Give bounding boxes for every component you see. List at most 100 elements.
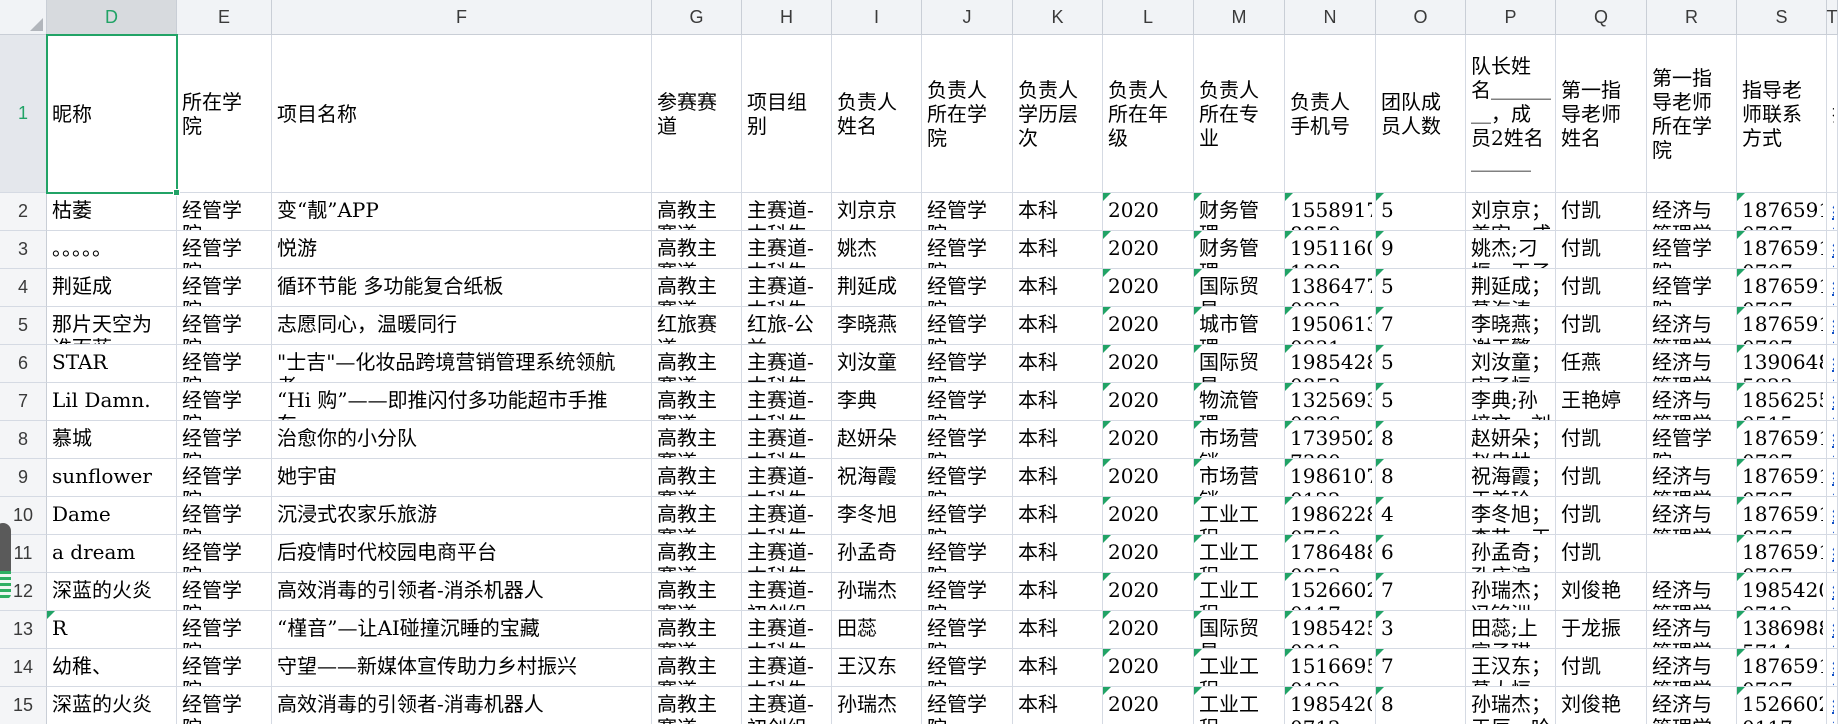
cell-L1[interactable]: 负责人所在年级 bbox=[1103, 35, 1194, 193]
cell-P1[interactable]: 队长姓名＿＿＿＿，成员2姓名＿＿＿ bbox=[1466, 35, 1556, 193]
cell-O2[interactable]: 5 bbox=[1376, 193, 1466, 231]
cell-D13[interactable]: R bbox=[47, 611, 177, 649]
cell-D3[interactable]: 。。。。。 bbox=[47, 231, 177, 269]
cell-K14[interactable]: 本科 bbox=[1013, 649, 1103, 687]
cell-M1[interactable]: 负责人所在专业 bbox=[1194, 35, 1285, 193]
cell-K5[interactable]: 本科 bbox=[1013, 307, 1103, 345]
cell-E12[interactable]: 经管学院 bbox=[177, 573, 272, 611]
cell-P14[interactable]: 王汉东；葛大恒 bbox=[1466, 649, 1556, 687]
cell-I4[interactable]: 荆延成 bbox=[832, 269, 922, 307]
cell-I7[interactable]: 李典 bbox=[832, 383, 922, 421]
cell-I14[interactable]: 王汉东 bbox=[832, 649, 922, 687]
cell-E1[interactable]: 所在学院 bbox=[177, 35, 272, 193]
column-header-L[interactable]: L bbox=[1103, 0, 1194, 35]
cell-P11[interactable]: 孙孟奇；孔庆滨 bbox=[1466, 535, 1556, 573]
cell-D9[interactable]: sunflower bbox=[47, 459, 177, 497]
cell-H14[interactable]: 主赛道-本科生 bbox=[742, 649, 832, 687]
column-header-O[interactable]: O bbox=[1376, 0, 1466, 35]
cell-J10[interactable]: 经管学院 bbox=[922, 497, 1013, 535]
cell-F4[interactable]: 循环节能 多功能复合纸板 bbox=[272, 269, 652, 307]
column-header-H[interactable]: H bbox=[742, 0, 832, 35]
cell-G9[interactable]: 高教主赛道 bbox=[652, 459, 742, 497]
cell-L12[interactable]: 2020 bbox=[1103, 573, 1194, 611]
cell-S9[interactable]: 18765910707 bbox=[1737, 459, 1827, 497]
cell-L9[interactable]: 2020 bbox=[1103, 459, 1194, 497]
cell-T13[interactable]: 经济管理 bbox=[1827, 611, 1838, 649]
cell-K9[interactable]: 本科 bbox=[1013, 459, 1103, 497]
cell-G12[interactable]: 高教主赛道 bbox=[652, 573, 742, 611]
cell-N5[interactable]: 19506130931 bbox=[1285, 307, 1376, 345]
cell-J2[interactable]: 经管学院 bbox=[922, 193, 1013, 231]
row-header-1[interactable]: 1 bbox=[0, 35, 47, 193]
cell-I8[interactable]: 赵妍朵 bbox=[832, 421, 922, 459]
cell-F3[interactable]: 悦游 bbox=[272, 231, 652, 269]
cell-M4[interactable]: 国际贸易 bbox=[1194, 269, 1285, 307]
row-header-8[interactable]: 8 bbox=[0, 421, 47, 459]
cell-R6[interactable]: 经济与管理学 bbox=[1647, 345, 1737, 383]
cell-T15[interactable]: 经济管理 bbox=[1827, 687, 1838, 724]
cell-H15[interactable]: 主赛道-初创组 bbox=[742, 687, 832, 724]
cell-F1[interactable]: 项目名称 bbox=[272, 35, 652, 193]
cell-R8[interactable]: 经管学院 bbox=[1647, 421, 1737, 459]
cell-T11[interactable]: 经济管理 bbox=[1827, 535, 1838, 573]
cell-T8[interactable]: 经济管理 bbox=[1827, 421, 1838, 459]
cell-N12[interactable]: 15266020117 bbox=[1285, 573, 1376, 611]
cell-P5[interactable]: 李晓燕；谢天擎 bbox=[1466, 307, 1556, 345]
cell-M15[interactable]: 工业工程 bbox=[1194, 687, 1285, 724]
cell-E5[interactable]: 经管学院 bbox=[177, 307, 272, 345]
cell-S5[interactable]: 18765910707 bbox=[1737, 307, 1827, 345]
cell-T2[interactable]: 经济管理 bbox=[1827, 193, 1838, 231]
cell-G4[interactable]: 高教主赛道 bbox=[652, 269, 742, 307]
cell-N6[interactable]: 19854280853 bbox=[1285, 345, 1376, 383]
cell-T1[interactable]: 指 bbox=[1827, 35, 1838, 193]
cell-O4[interactable]: 5 bbox=[1376, 269, 1466, 307]
cell-D15[interactable]: 深蓝的火炎 bbox=[47, 687, 177, 724]
cell-S12[interactable]: 19854200712 bbox=[1737, 573, 1827, 611]
cell-S4[interactable]: 18765910707 bbox=[1737, 269, 1827, 307]
cell-P3[interactable]: 姚杰;刁振，王子 bbox=[1466, 231, 1556, 269]
cell-E2[interactable]: 经管学院 bbox=[177, 193, 272, 231]
row-header-4[interactable]: 4 bbox=[0, 269, 47, 307]
cell-E7[interactable]: 经管学院 bbox=[177, 383, 272, 421]
cell-G10[interactable]: 高教主赛道 bbox=[652, 497, 742, 535]
cell-Q9[interactable]: 付凯 bbox=[1556, 459, 1647, 497]
cell-M6[interactable]: 国际贸易 bbox=[1194, 345, 1285, 383]
cell-M8[interactable]: 市场营销 bbox=[1194, 421, 1285, 459]
cell-T14[interactable]: 经济管理 bbox=[1827, 649, 1838, 687]
cell-L13[interactable]: 2020 bbox=[1103, 611, 1194, 649]
cell-I9[interactable]: 祝海霞 bbox=[832, 459, 922, 497]
cell-N11[interactable]: 17864880853 bbox=[1285, 535, 1376, 573]
cell-R7[interactable]: 经济与管理学 bbox=[1647, 383, 1737, 421]
cell-K6[interactable]: 本科 bbox=[1013, 345, 1103, 383]
cell-H4[interactable]: 主赛道-本科生 bbox=[742, 269, 832, 307]
row-header-9[interactable]: 9 bbox=[0, 459, 47, 497]
row-header-13[interactable]: 13 bbox=[0, 611, 47, 649]
cell-O11[interactable]: 6 bbox=[1376, 535, 1466, 573]
row-header-3[interactable]: 3 bbox=[0, 231, 47, 269]
cell-H1[interactable]: 项目组别 bbox=[742, 35, 832, 193]
cell-I10[interactable]: 李冬旭 bbox=[832, 497, 922, 535]
cell-L15[interactable]: 2020 bbox=[1103, 687, 1194, 724]
cell-M12[interactable]: 工业工程 bbox=[1194, 573, 1285, 611]
cell-N9[interactable]: 19861070122 bbox=[1285, 459, 1376, 497]
cell-G3[interactable]: 高教主赛道 bbox=[652, 231, 742, 269]
cell-O3[interactable]: 9 bbox=[1376, 231, 1466, 269]
cell-H7[interactable]: 主赛道-本科生 bbox=[742, 383, 832, 421]
cell-Q2[interactable]: 付凯 bbox=[1556, 193, 1647, 231]
cell-I13[interactable]: 田蕊 bbox=[832, 611, 922, 649]
cell-R4[interactable]: 经管学院 bbox=[1647, 269, 1737, 307]
cell-F12[interactable]: 高效消毒的引领者-消杀机器人 bbox=[272, 573, 652, 611]
row-header-2[interactable]: 2 bbox=[0, 193, 47, 231]
cell-T3[interactable]: 经济管理 bbox=[1827, 231, 1838, 269]
cell-R10[interactable]: 经济与管理学 bbox=[1647, 497, 1737, 535]
column-header-Q[interactable]: Q bbox=[1556, 0, 1647, 35]
cell-P2[interactable]: 刘京京；姜宏，成 bbox=[1466, 193, 1556, 231]
cell-Q14[interactable]: 付凯 bbox=[1556, 649, 1647, 687]
cell-I15[interactable]: 孙瑞杰 bbox=[832, 687, 922, 724]
cell-N7[interactable]: 13256930836 bbox=[1285, 383, 1376, 421]
cell-T5[interactable]: 经济管理 bbox=[1827, 307, 1838, 345]
column-header-S[interactable]: S bbox=[1737, 0, 1827, 35]
row-header-14[interactable]: 14 bbox=[0, 649, 47, 687]
cell-J4[interactable]: 经管学院 bbox=[922, 269, 1013, 307]
cell-M7[interactable]: 物流管理 bbox=[1194, 383, 1285, 421]
